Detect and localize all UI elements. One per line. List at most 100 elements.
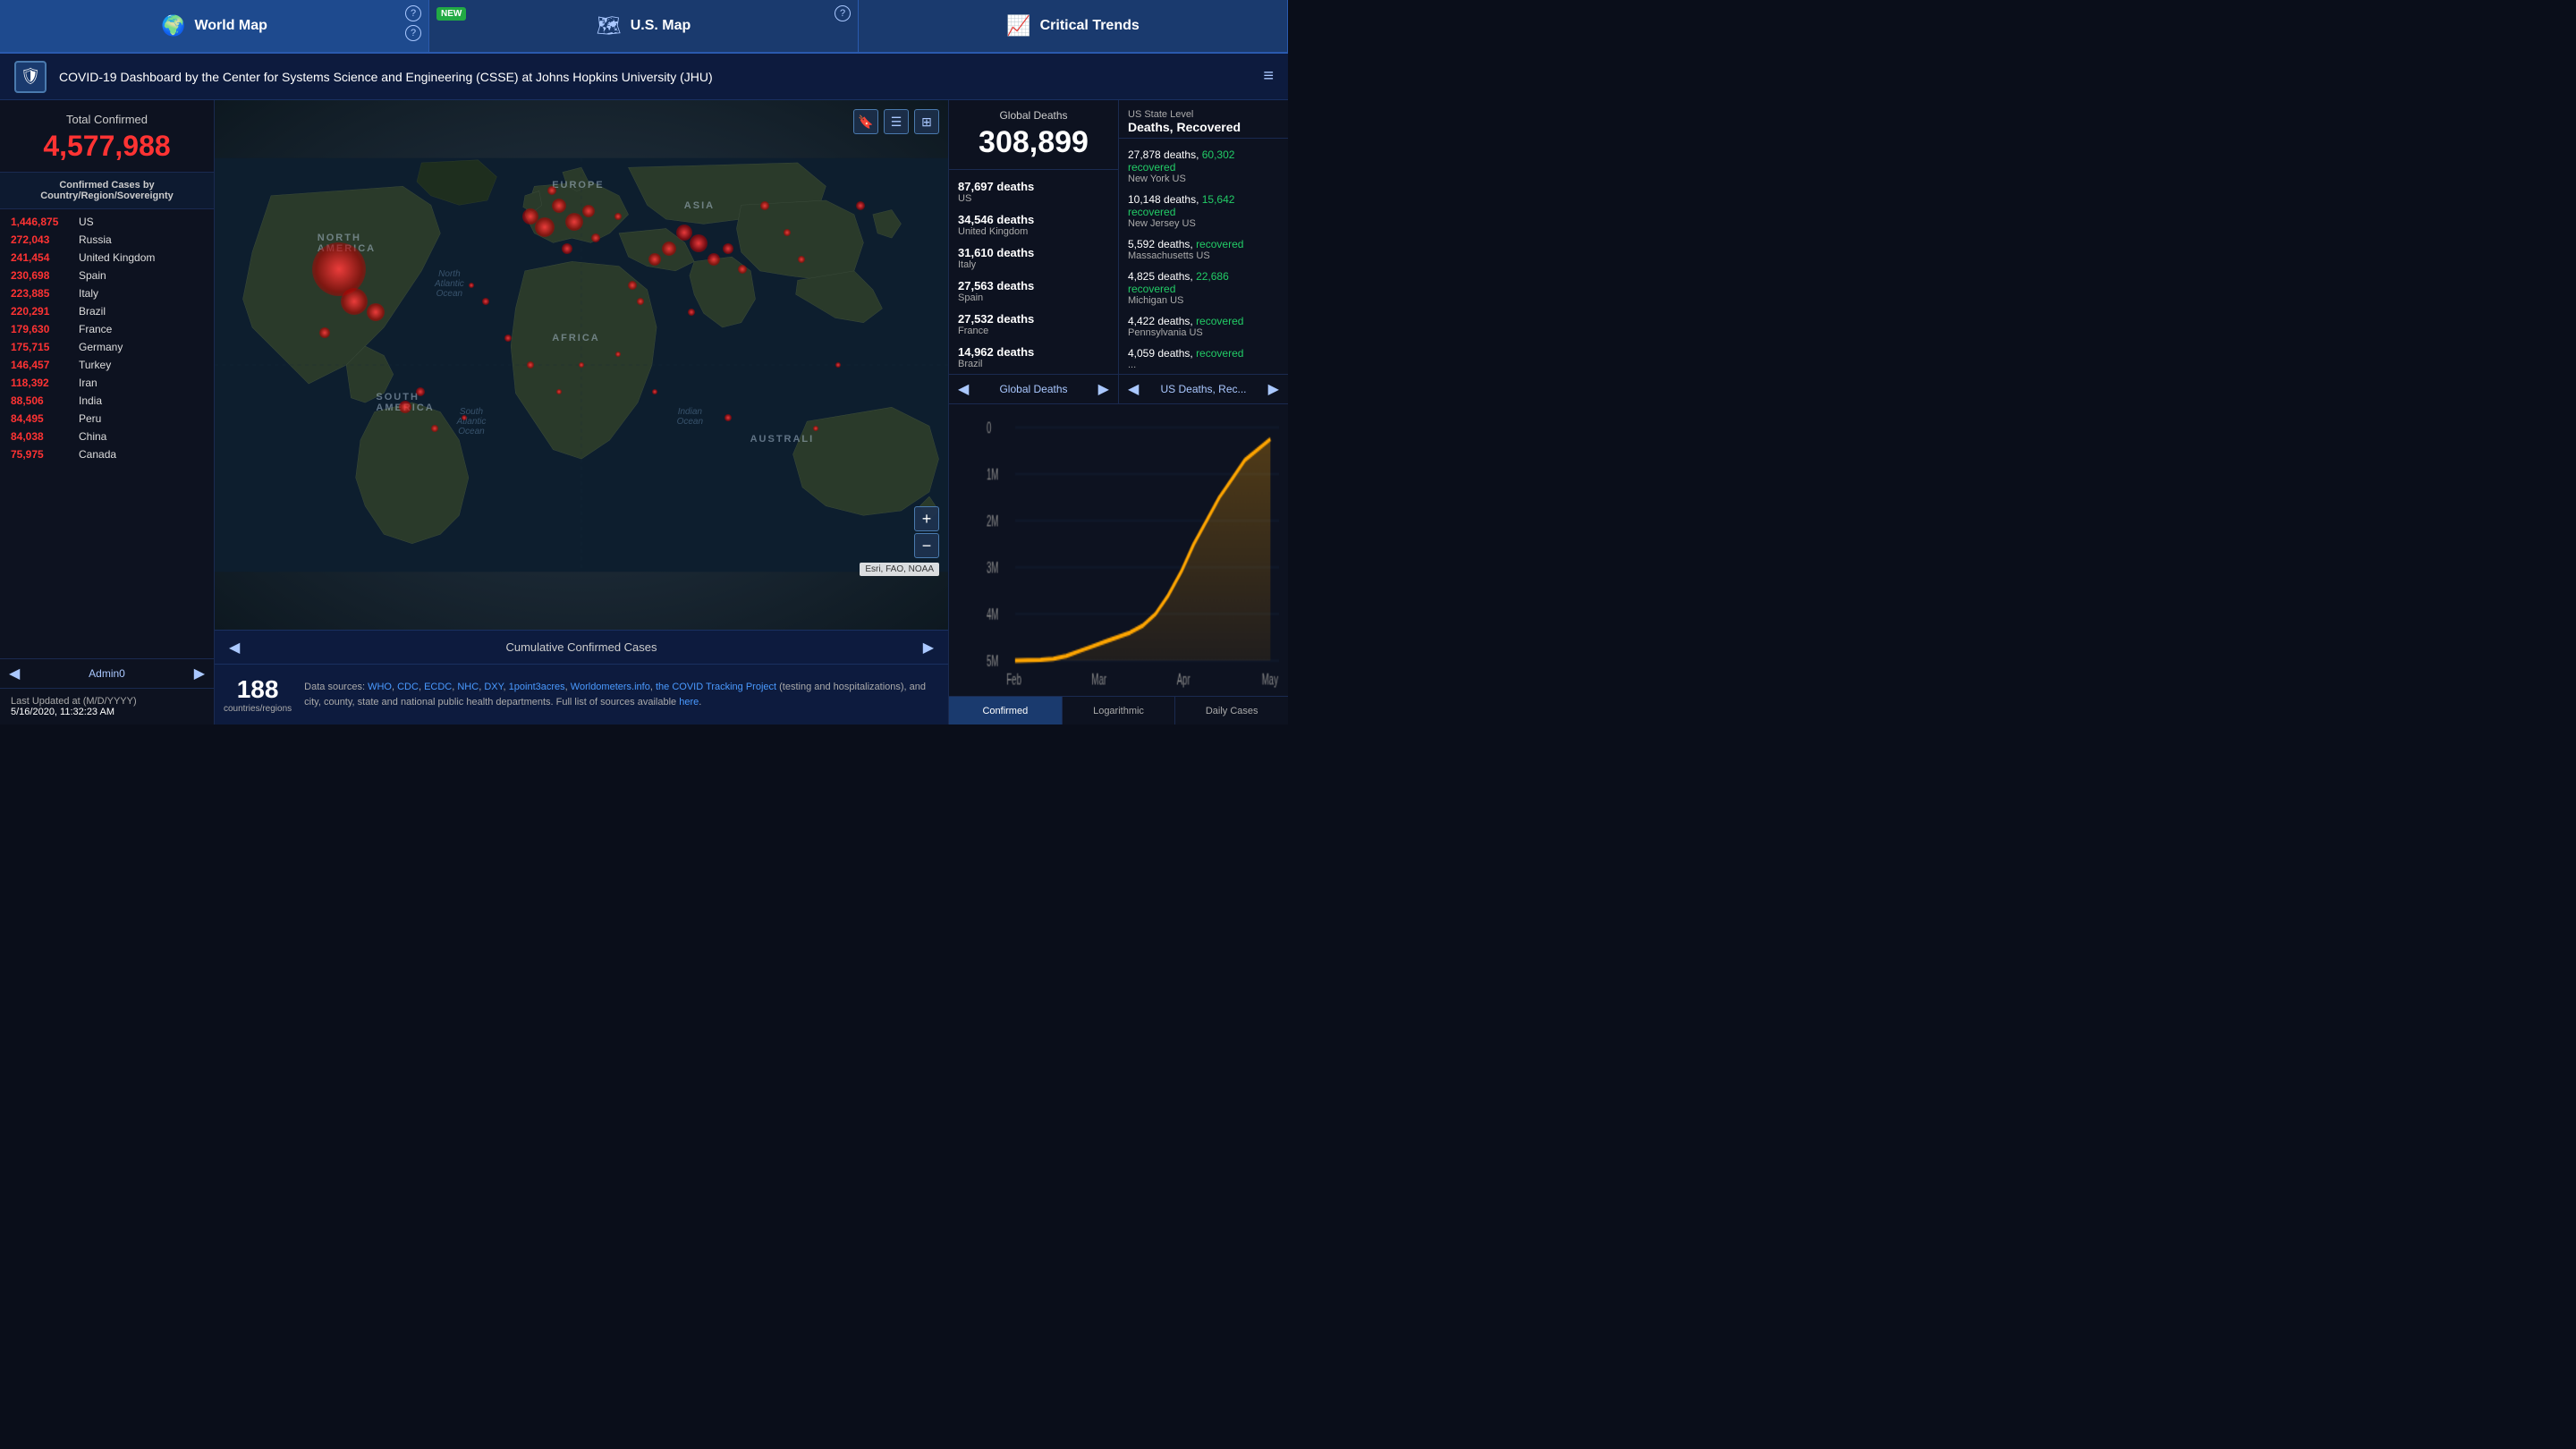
- link-covid-tracking[interactable]: the COVID Tracking Project: [656, 682, 776, 692]
- tab-daily-cases[interactable]: Daily Cases: [1175, 697, 1288, 724]
- death-count: 87,697 deaths: [958, 180, 1109, 193]
- total-confirmed-value: 4,577,988: [13, 130, 201, 163]
- tab-critical-trends[interactable]: 📈 Critical Trends: [859, 0, 1288, 52]
- link-who[interactable]: WHO: [368, 682, 392, 692]
- country-item[interactable]: 272,043Russia: [0, 231, 214, 249]
- link-here[interactable]: here: [679, 697, 699, 708]
- deaths-next[interactable]: ▶: [1098, 380, 1109, 398]
- list-tool[interactable]: ☰: [884, 109, 909, 134]
- tab-us-map[interactable]: NEW 🗺 U.S. Map ?: [429, 0, 859, 52]
- country-item[interactable]: 179,630France: [0, 320, 214, 338]
- country-nav-next[interactable]: ▶: [194, 665, 205, 682]
- us-recovered: recovered: [1196, 238, 1243, 250]
- map-bottom-label: Cumulative Confirmed Cases: [240, 640, 922, 654]
- data-sources-text: Data sources: WHO, CDC, ECDC, NHC, DXY, …: [304, 680, 939, 709]
- country-nav-label: Admin0: [89, 667, 125, 680]
- us-map-label: U.S. Map: [631, 18, 691, 34]
- country-item[interactable]: 230,698Spain: [0, 267, 214, 284]
- death-count: 14,962 deaths: [958, 345, 1109, 359]
- global-deaths-count: 308,899: [949, 125, 1118, 170]
- zoom-out-btn[interactable]: −: [914, 533, 939, 558]
- us-panel-header: US State Level Deaths, Recovered: [1119, 100, 1288, 139]
- death-item[interactable]: 34,546 deathsUnited Kingdom: [949, 208, 1118, 242]
- tab-confirmed[interactable]: Confirmed: [949, 697, 1063, 724]
- country-item[interactable]: 241,454United Kingdom: [0, 249, 214, 267]
- country-name: Iran: [79, 377, 97, 389]
- link-1point3acres[interactable]: 1point3acres: [509, 682, 565, 692]
- global-deaths-header: Global Deaths: [949, 100, 1118, 125]
- us-next[interactable]: ▶: [1268, 380, 1279, 398]
- country-item[interactable]: 84,495Peru: [0, 410, 214, 428]
- logo-icon: 🛡: [21, 67, 41, 86]
- country-name: Spain: [79, 269, 106, 282]
- us-recovered: recovered: [1196, 347, 1243, 360]
- country-count: 220,291: [11, 305, 73, 318]
- link-worldometers[interactable]: Worldometers.info: [571, 682, 650, 692]
- us-recovered: recovered: [1196, 315, 1243, 327]
- us-state-item[interactable]: 27,878 deaths, 60,302 recoveredNew York …: [1119, 144, 1288, 189]
- death-country: Italy: [958, 259, 1109, 270]
- death-item[interactable]: 27,563 deathsSpain: [949, 275, 1118, 308]
- us-state-item[interactable]: 4,422 deaths, recoveredPennsylvania US: [1119, 310, 1288, 343]
- us-state-item[interactable]: 4,825 deaths, 22,686 recoveredMichigan U…: [1119, 266, 1288, 310]
- us-state-item[interactable]: 10,148 deaths, 15,642 recoveredNew Jerse…: [1119, 189, 1288, 233]
- tab-logarithmic[interactable]: Logarithmic: [1063, 697, 1176, 724]
- link-cdc[interactable]: CDC: [397, 682, 419, 692]
- total-confirmed-box: Total Confirmed 4,577,988: [0, 100, 214, 173]
- country-item[interactable]: 175,715Germany: [0, 338, 214, 356]
- map-prev-arrow[interactable]: ◀: [229, 639, 240, 657]
- country-count: 88,506: [11, 394, 73, 407]
- country-item[interactable]: 220,291Brazil: [0, 302, 214, 320]
- world-map-help-icon[interactable]: ?: [405, 5, 421, 21]
- death-count: 31,610 deaths: [958, 246, 1109, 259]
- map-toolbar: 🔖 ☰ ⊞: [853, 109, 939, 134]
- country-nav-prev[interactable]: ◀: [9, 665, 20, 682]
- grid-tool[interactable]: ⊞: [914, 109, 939, 134]
- country-name: France: [79, 323, 112, 335]
- death-item[interactable]: 31,610 deathsItaly: [949, 242, 1118, 275]
- countries-count-label: countries/regions: [224, 704, 292, 714]
- death-count: 34,546 deaths: [958, 213, 1109, 226]
- stats-row: Global Deaths 308,899 87,697 deathsUS34,…: [949, 100, 1288, 404]
- country-name: Russia: [79, 233, 112, 246]
- country-name: China: [79, 430, 106, 443]
- us-state-name: New York US: [1128, 174, 1279, 184]
- country-item[interactable]: 88,506India: [0, 392, 214, 410]
- country-item[interactable]: 118,392Iran: [0, 374, 214, 392]
- death-country: France: [958, 326, 1109, 336]
- death-country: Brazil: [958, 359, 1109, 369]
- us-map-help-icon[interactable]: ?: [835, 5, 851, 21]
- world-map-label: World Map: [194, 18, 267, 34]
- death-country: Spain: [958, 292, 1109, 303]
- country-item[interactable]: 84,038China: [0, 428, 214, 445]
- death-item[interactable]: 27,532 deathsFrance: [949, 308, 1118, 341]
- world-map-help-icon-2[interactable]: ?: [405, 25, 421, 41]
- country-item[interactable]: 1,446,875US: [0, 213, 214, 231]
- country-count: 175,715: [11, 341, 73, 353]
- link-ecdc[interactable]: ECDC: [424, 682, 452, 692]
- tab-world-map[interactable]: 🌍 World Map ? ?: [0, 0, 429, 52]
- country-item[interactable]: 146,457Turkey: [0, 356, 214, 374]
- us-panel-title: Deaths, Recovered: [1128, 120, 1279, 134]
- country-item[interactable]: 75,975Canada: [0, 445, 214, 463]
- map-container[interactable]: 🔖 ☰ ⊞: [215, 100, 948, 630]
- country-name: Turkey: [79, 359, 111, 371]
- death-country: United Kingdom: [958, 226, 1109, 237]
- map-next-arrow[interactable]: ▶: [923, 639, 934, 657]
- death-item[interactable]: 14,962 deathsBrazil: [949, 341, 1118, 374]
- hamburger-menu[interactable]: ≡: [1263, 66, 1274, 87]
- right-panels: Global Deaths 308,899 87,697 deathsUS34,…: [948, 100, 1288, 724]
- us-prev[interactable]: ◀: [1128, 380, 1139, 398]
- deaths-prev[interactable]: ◀: [958, 380, 969, 398]
- deaths-panel-nav: ◀ Global Deaths ▶: [949, 374, 1118, 403]
- link-dxy[interactable]: DXY: [484, 682, 503, 692]
- bookmark-tool[interactable]: 🔖: [853, 109, 878, 134]
- zoom-in-btn[interactable]: +: [914, 506, 939, 531]
- link-nhc[interactable]: NHC: [457, 682, 479, 692]
- us-state-item[interactable]: 5,592 deaths, recoveredMassachusetts US: [1119, 233, 1288, 266]
- country-name: US: [79, 216, 94, 228]
- us-state-item[interactable]: 4,059 deaths, recovered...: [1119, 343, 1288, 374]
- critical-trends-label: Critical Trends: [1040, 18, 1140, 34]
- country-item[interactable]: 223,885Italy: [0, 284, 214, 302]
- death-item[interactable]: 87,697 deathsUS: [949, 175, 1118, 208]
